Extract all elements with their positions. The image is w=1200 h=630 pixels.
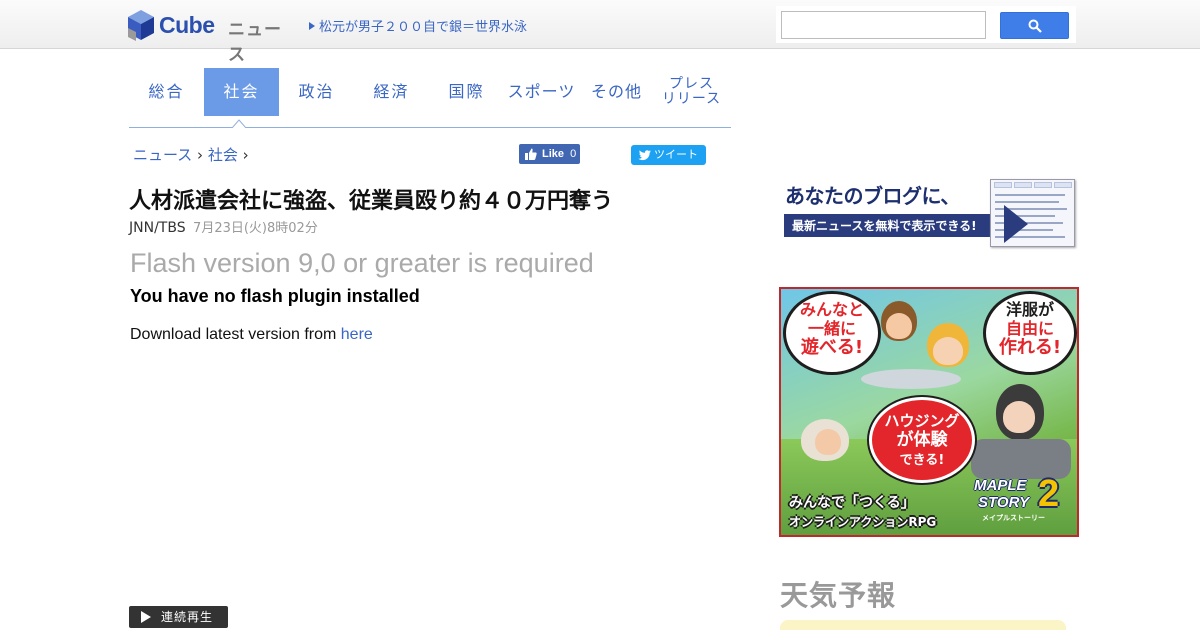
nav-tab-international[interactable]: 国際 xyxy=(429,68,504,116)
bubble2-line1: 洋服が xyxy=(1005,300,1054,319)
category-nav: 総合 社会 政治 経済 国際 スポーツ その他 プレス リリース xyxy=(129,68,731,128)
autoplay-label: 連続再生 xyxy=(161,610,214,624)
search-icon xyxy=(1028,19,1042,33)
thumbs-up-icon xyxy=(525,148,537,160)
ticker-arrow-icon xyxy=(309,22,315,30)
nav-tab-sports[interactable]: スポーツ xyxy=(504,68,579,116)
search-input[interactable] xyxy=(781,11,986,39)
active-tab-caret-icon xyxy=(232,119,246,128)
breadcrumb-separator: › xyxy=(197,146,204,164)
cube-logo-icon xyxy=(128,10,154,41)
logo-sub-text: メイプルストーリー xyxy=(982,514,1045,522)
search-box xyxy=(776,6,1076,43)
breadcrumb-separator-trailing: › xyxy=(242,146,249,164)
logo-story-text: STORY xyxy=(978,494,1030,511)
nav-tab-general[interactable]: 総合 xyxy=(129,68,204,116)
site-logo[interactable]: Cube ニュース xyxy=(126,8,296,65)
article-title: 人材派遣会社に強盗、従業員殴り約４０万円奪う xyxy=(129,189,614,214)
ad-bubble-play-together: みんなと 一緒に 遊べる! xyxy=(783,291,881,375)
blog-ad-subline: 最新ニュースを無料で表示できる! xyxy=(792,219,977,233)
logo-number: 2 xyxy=(1038,473,1060,515)
flash-missing-warning: You have no flash plugin installed xyxy=(130,286,420,306)
maplestory-game-ad[interactable]: みんなと 一緒に 遊べる! 洋服が 自由に 作れる! ハウジング が体験 できる… xyxy=(779,287,1079,537)
nav-tab-politics[interactable]: 政治 xyxy=(279,68,354,116)
bubble2-line2: 自由に xyxy=(1005,319,1054,338)
logo-maple-text: MAPLE xyxy=(974,477,1027,494)
blog-widget-ad[interactable]: あなたのブログに、 最新ニュースを無料で表示できる! xyxy=(780,176,1078,250)
tweet-label: ツイート xyxy=(654,148,698,161)
bubble3-line1: ハウジング xyxy=(884,412,960,430)
character-girl-dark-face xyxy=(1003,401,1035,433)
article-source: JNN/TBS xyxy=(129,220,186,236)
character-girl-blonde-face xyxy=(933,337,963,365)
article-byline: JNN/TBS 7月23日(火)8時02分 xyxy=(129,217,318,236)
bubble3-line2: が体験 xyxy=(896,430,948,450)
flash-download-link[interactable]: here xyxy=(341,326,373,343)
breadcrumb-society-link[interactable]: 社会 xyxy=(208,146,238,164)
breadcrumb-news-link[interactable]: ニュース xyxy=(133,146,192,164)
weather-section-title: 天気予報 xyxy=(780,579,897,612)
ad-bubble-housing: ハウジング が体験 できる! xyxy=(869,397,975,483)
blog-ad-headline: あなたのブログに、 xyxy=(785,184,960,208)
flash-required-heading: Flash version 9,0 or greater is required xyxy=(130,248,594,278)
blog-ad-screenshot xyxy=(990,179,1075,247)
maplestory2-logo: MAPLE STORY 2 メイプルストーリー xyxy=(974,467,1074,527)
nav-tab-press-release[interactable]: プレス リリース xyxy=(654,68,729,116)
bubble3-line3: できる! xyxy=(899,453,945,468)
logo-sub-text: ニュース xyxy=(228,20,282,65)
like-label: Like xyxy=(542,148,565,160)
weather-widget xyxy=(780,620,1066,630)
bubble1-line2: 一緒に xyxy=(807,319,856,338)
ad-tagline-2: オンラインアクションRPG xyxy=(789,515,937,529)
twitter-bird-icon xyxy=(638,150,651,161)
bubble2-line3: 作れる! xyxy=(998,337,1062,358)
like-count: 0 xyxy=(570,148,577,160)
bubble1-line3: 遊べる! xyxy=(800,337,864,358)
nav-tab-economy[interactable]: 経済 xyxy=(354,68,429,116)
play-icon xyxy=(141,611,151,623)
ad-bubble-clothes: 洋服が 自由に 作れる! xyxy=(983,291,1077,375)
search-button[interactable] xyxy=(1000,12,1069,39)
news-ticker[interactable]: 松元が男子２００自で銀＝世界水泳 xyxy=(309,16,527,35)
nav-tab-society[interactable]: 社会 xyxy=(204,68,279,116)
tweet-button[interactable]: ツイート xyxy=(631,145,706,165)
flash-download-line: Download latest version from here xyxy=(130,326,373,344)
nav-tab-other[interactable]: その他 xyxy=(579,68,654,116)
autoplay-button[interactable]: 連続再生 xyxy=(129,606,228,628)
character-sheep-face xyxy=(815,429,841,455)
ticker-text[interactable]: 松元が男子２００自で銀＝世界水泳 xyxy=(319,20,527,35)
facebook-like-button[interactable]: Like 0 xyxy=(519,144,580,164)
press-label-line2: リリース xyxy=(661,91,722,107)
flash-download-text: Download latest version from xyxy=(130,326,337,343)
blog-ad-arrow-icon xyxy=(1004,205,1028,243)
ad-cloud-platform xyxy=(861,369,961,389)
breadcrumb: ニュース › 社会 › xyxy=(133,144,249,165)
bubble1-line1: みんなと xyxy=(799,300,864,319)
ad-tagline-1: みんなで「つくる」 xyxy=(789,495,915,511)
character-boy-face xyxy=(886,313,912,339)
article-date: 7月23日(火)8時02分 xyxy=(193,221,318,236)
site-header: Cube ニュース 松元が男子２００自で銀＝世界水泳 xyxy=(0,0,1200,65)
logo-text: Cube xyxy=(159,12,215,38)
press-label-line1: プレス xyxy=(669,76,714,92)
